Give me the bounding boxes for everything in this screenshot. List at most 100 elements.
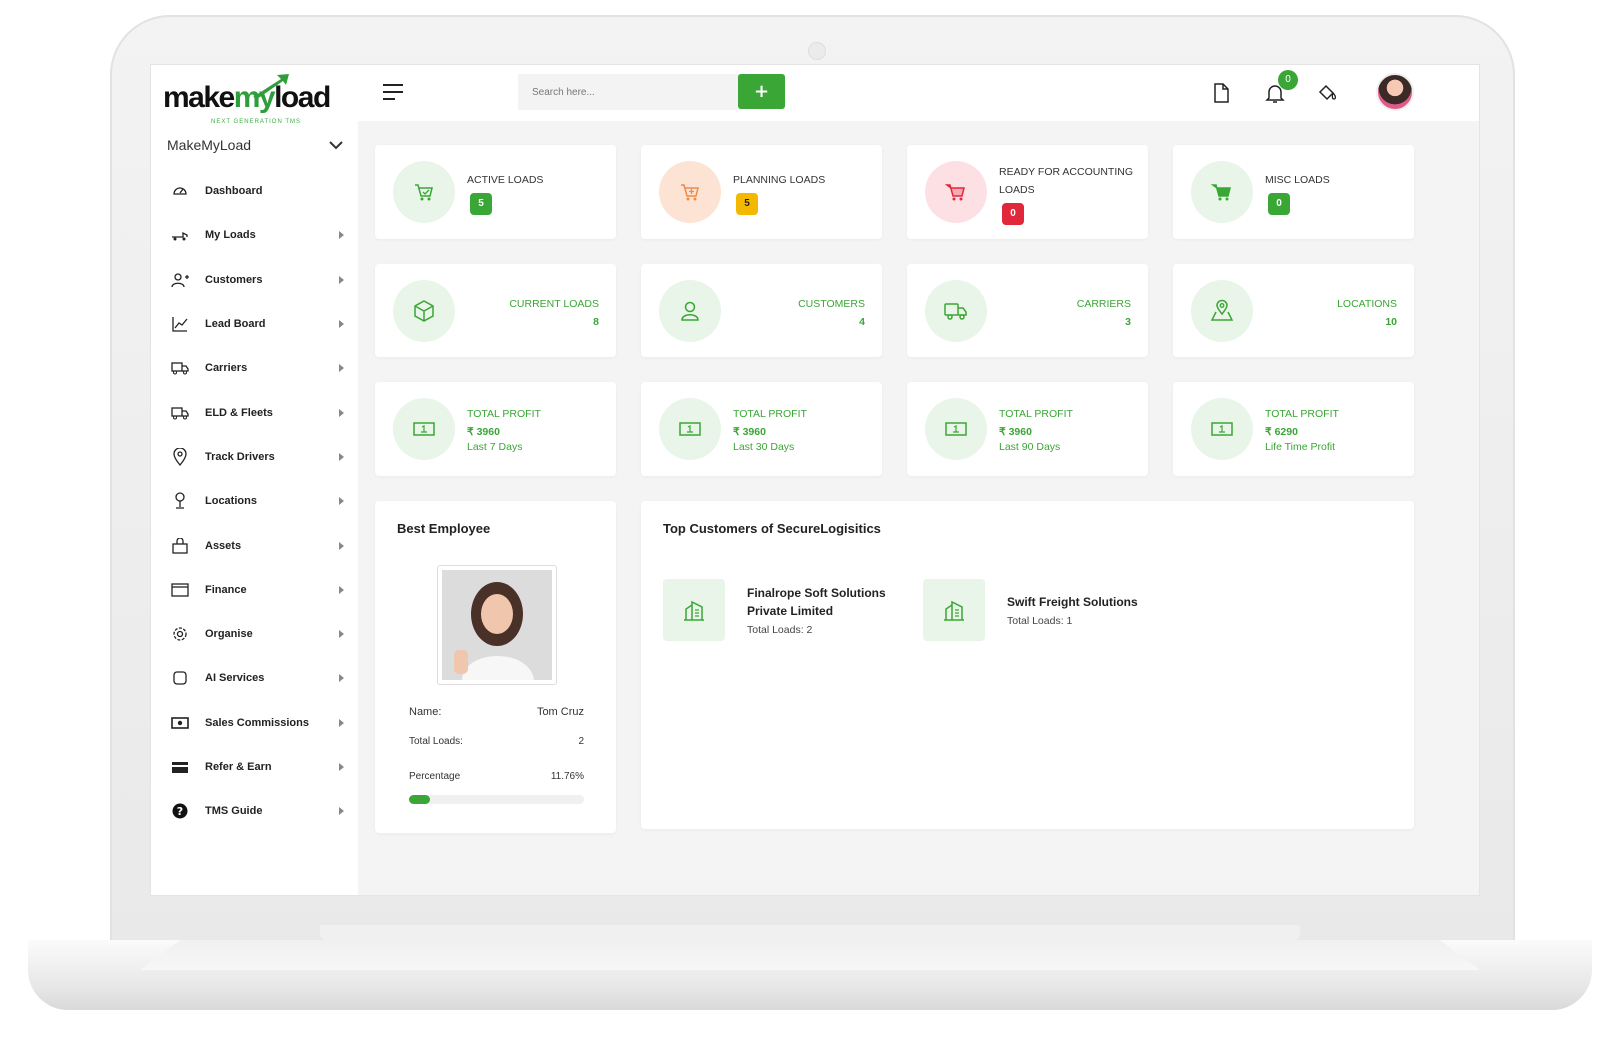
- logo-make: make: [163, 81, 235, 114]
- stat-label: LOCATIONS: [1337, 298, 1397, 310]
- profit-card-7-days[interactable]: TOTAL PROFIT ₹ 3960 Last 7 Days: [375, 382, 616, 476]
- sidebar-item-carriers[interactable]: Carriers: [171, 346, 346, 390]
- map-pin-icon: [171, 447, 189, 466]
- sidebar-item-refer-earn[interactable]: Refer & Earn: [171, 745, 346, 789]
- sidebar-item-lead-board[interactable]: Lead Board: [171, 302, 346, 346]
- sidebar-item-eld-fleets[interactable]: ELD & Fleets: [171, 390, 346, 434]
- caret-right-icon: [339, 275, 344, 284]
- stat-value: 3: [1125, 316, 1131, 328]
- sidebar-item-label: Carriers: [205, 362, 248, 375]
- chart-line-icon: [171, 315, 189, 333]
- chevron-down-icon: [329, 141, 343, 150]
- profit-value: ₹ 3960: [733, 426, 766, 438]
- camera: [808, 42, 826, 60]
- sidebar-item-track-drivers[interactable]: Track Drivers: [171, 435, 346, 479]
- profit-card-90-days[interactable]: TOTAL PROFIT ₹ 3960 Last 90 Days: [907, 382, 1148, 476]
- stat-card-customers[interactable]: CUSTOMERS 4: [641, 264, 882, 357]
- kpi-card-ready-for-accounting[interactable]: READY FOR ACCOUNTING LOADS 0: [907, 145, 1148, 239]
- paint-bucket-icon[interactable]: [1316, 82, 1338, 104]
- kpi-title: READY FOR ACCOUNTING LOADS: [999, 166, 1133, 196]
- user-plus-icon: [171, 271, 189, 289]
- kpi-card-planning-loads[interactable]: PLANNING LOADS 5: [641, 145, 882, 239]
- profit-card-30-days[interactable]: TOTAL PROFIT ₹ 3960 Last 30 Days: [641, 382, 882, 476]
- stat-value: 4: [859, 316, 865, 328]
- profit-card-lifetime[interactable]: TOTAL PROFIT ₹ 6290 Life Time Profit: [1173, 382, 1414, 476]
- company-name: MakeMyLoad: [167, 137, 252, 153]
- best-employee-card: Best Employee Name: Tom Cruz Total Loads…: [375, 501, 616, 833]
- customer-loads: Total Loads: 2: [747, 624, 813, 636]
- employee-loads-row: Total Loads: 2: [409, 736, 584, 747]
- sidebar-item-organise[interactable]: Organise: [171, 612, 346, 656]
- box-icon: [393, 280, 455, 342]
- kpi-count-badge: 0: [1002, 203, 1024, 225]
- sidebar-item-tms-guide[interactable]: ? TMS Guide: [171, 789, 346, 833]
- logo-arrow-icon: [253, 74, 289, 99]
- notification-badge: 0: [1278, 70, 1298, 90]
- employee-name-row: Name: Tom Cruz: [409, 706, 584, 718]
- logo[interactable]: makemyload NEXT GENERATION TMS: [163, 74, 338, 125]
- search-input[interactable]: [518, 74, 740, 110]
- profit-value: ₹ 6290: [1265, 426, 1298, 438]
- truck-icon: [925, 280, 987, 342]
- employee-percentage-row: Percentage 11.76%: [409, 771, 584, 782]
- profit-period: Life Time Profit: [1265, 441, 1336, 453]
- laptop-hinge: [320, 925, 1300, 941]
- kpi-card-misc-loads[interactable]: MISC LOADS 0: [1173, 145, 1414, 239]
- name-label: Name:: [409, 706, 442, 718]
- sidebar-item-dashboard[interactable]: Dashboard: [171, 169, 346, 213]
- stat-card-current-loads[interactable]: CURRENT LOADS 8: [375, 264, 616, 357]
- gauge-icon: [171, 182, 189, 200]
- caret-right-icon: [339, 585, 344, 594]
- cart-icon: [925, 161, 987, 223]
- truck-icon: [171, 404, 189, 422]
- caret-right-icon: [339, 364, 344, 373]
- sidebar-item-my-loads[interactable]: My Loads: [171, 213, 346, 257]
- card-icon: [171, 581, 189, 599]
- sidebar-item-label: Sales Commissions: [205, 716, 309, 729]
- sidebar-item-locations[interactable]: Locations: [171, 479, 346, 523]
- profit-value: ₹ 3960: [467, 426, 500, 438]
- svg-text:?: ?: [177, 805, 183, 818]
- customer-item[interactable]: Finalrope Soft Solutions Private Limited …: [663, 579, 886, 641]
- user-icon: [659, 280, 721, 342]
- location-icon: [171, 492, 189, 510]
- percentage-label: Percentage: [409, 771, 461, 782]
- building-icon: [663, 579, 725, 641]
- cart-icon: [393, 161, 455, 223]
- sidebar-item-label: TMS Guide: [205, 805, 263, 818]
- profit-title: TOTAL PROFIT: [467, 408, 541, 420]
- loads-label: Total Loads:: [409, 736, 463, 747]
- kpi-card-active-loads[interactable]: ACTIVE LOADS 5: [375, 145, 616, 239]
- sidebar-item-label: AI Services: [205, 672, 265, 685]
- wallet-icon: [171, 758, 189, 776]
- sidebar: makemyload NEXT GENERATION TMS MakeMyLoa…: [151, 65, 358, 895]
- stat-card-locations[interactable]: LOCATIONS 10: [1173, 264, 1414, 357]
- cash-icon: [925, 398, 987, 460]
- keyboard: [140, 940, 1480, 970]
- document-icon[interactable]: [1210, 82, 1232, 104]
- sidebar-item-ai-services[interactable]: AI Services: [171, 656, 346, 700]
- add-button[interactable]: +: [738, 74, 785, 109]
- profit-title: TOTAL PROFIT: [733, 408, 807, 420]
- sidebar-item-label: ELD & Fleets: [205, 406, 273, 419]
- user-avatar[interactable]: [1376, 73, 1414, 111]
- sidebar-item-label: My Loads: [205, 229, 256, 242]
- stat-card-carriers[interactable]: CARRIERS 3: [907, 264, 1148, 357]
- sidebar-item-label: Finance: [205, 583, 247, 596]
- sidebar-item-finance[interactable]: Finance: [171, 568, 346, 612]
- cart-icon: [1191, 161, 1253, 223]
- sidebar-item-assets[interactable]: Assets: [171, 523, 346, 567]
- customer-item[interactable]: Swift Freight Solutions Total Loads: 1: [923, 579, 1138, 641]
- profit-title: TOTAL PROFIT: [999, 408, 1073, 420]
- sidebar-item-sales-commissions[interactable]: Sales Commissions: [171, 701, 346, 745]
- sidebar-item-label: Track Drivers: [205, 450, 275, 463]
- customer-name: Swift Freight Solutions: [1007, 595, 1138, 609]
- truck-icon: [171, 226, 189, 244]
- caret-right-icon: [339, 674, 344, 683]
- hamburger-menu-icon[interactable]: [382, 83, 404, 101]
- profit-title: TOTAL PROFIT: [1265, 408, 1339, 420]
- company-selector[interactable]: MakeMyLoad: [167, 135, 343, 155]
- app-screen: makemyload NEXT GENERATION TMS MakeMyLoa…: [150, 64, 1480, 896]
- sidebar-item-customers[interactable]: Customers: [171, 258, 346, 302]
- notification-count: 0: [1278, 70, 1298, 90]
